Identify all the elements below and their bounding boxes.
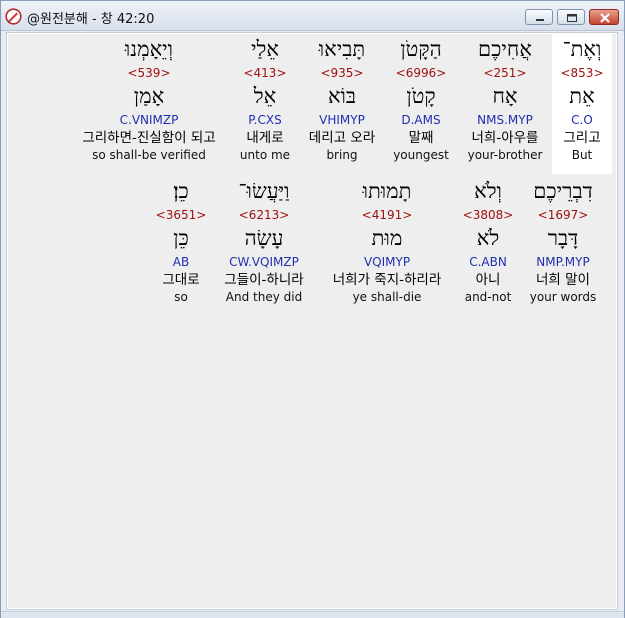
lexeme-word: קָטֹן — [406, 84, 436, 108]
strong-number[interactable]: <935> — [300, 64, 384, 82]
morphology-code: C.O — [571, 113, 593, 127]
word-column[interactable]: כֵן׃ <3651> כֵּן AB 그대로 so — [151, 176, 211, 306]
morphology-code: AB — [172, 255, 190, 269]
lexeme-word: בּוֹא — [327, 84, 357, 108]
close-icon — [600, 13, 610, 23]
word-column[interactable]: תָמוּתוּ <4191> מוּת VQIMYP 너희가 죽지-하리라 y… — [317, 176, 457, 306]
word-column[interactable]: וְלֹא <3808> לֹא C.ABN 아니 and-not — [457, 176, 519, 306]
korean-gloss: 너희 말이 — [536, 272, 590, 288]
hebrew-word: תָמוּתוּ — [362, 179, 412, 203]
strong-number[interactable]: <1697> — [519, 206, 607, 224]
english-gloss: youngest — [393, 148, 449, 162]
korean-gloss: 데리고 오라 — [308, 130, 376, 146]
bible-app-icon — [5, 8, 22, 25]
minimize-icon — [536, 19, 544, 21]
window-title: @원전분해 - 창 42:20 — [27, 12, 155, 27]
morphology-code: D.AMS — [401, 113, 441, 127]
english-gloss: And they did — [225, 290, 303, 304]
english-gloss: your-brother — [467, 148, 543, 162]
strong-number[interactable]: <6213> — [211, 206, 317, 224]
lexeme-word: אֵל — [253, 84, 277, 108]
maximize-button[interactable] — [557, 9, 585, 25]
word-column[interactable]: וְיֵאָמְנוּ <539> אָמַן C.VNIMZP 그리하면-진실… — [68, 34, 230, 164]
hebrew-word: הַקָּטֹן — [400, 37, 442, 61]
word-column[interactable]: אֲחִיכֶם <251> אָח NMS.MYP 너희-아우를 your-b… — [458, 34, 552, 164]
word-column[interactable]: דִבְרֵיכֶם <1697> דָּבָר NMP.MYP 너희 말이 y… — [519, 176, 607, 306]
analysis-view: וְיֵאָמְנוּ <539> אָמַן C.VNIMZP 그리하면-진실… — [6, 32, 618, 610]
strong-number[interactable]: <539> — [68, 64, 230, 82]
morphology-code: VQIMYP — [363, 255, 411, 269]
korean-gloss: 아니 — [475, 272, 501, 288]
morphology-code: P.CXS — [248, 113, 282, 127]
lexeme-word: עָשָׂה — [244, 226, 284, 250]
strong-number[interactable]: <3651> — [151, 206, 211, 224]
lexeme-word: אֵת — [569, 84, 595, 108]
english-gloss: your words — [529, 290, 597, 304]
hebrew-word: כֵן׃ — [173, 179, 189, 203]
app-window: @원전분해 - 창 42:20 וְיֵאָמְנוּ <539> אָמַן — [0, 0, 625, 618]
title-bar[interactable]: @원전분해 - 창 42:20 — [1, 1, 624, 31]
lexeme-word: מוּת — [371, 226, 403, 250]
word-column[interactable]: תָּבִיאוּ <935> בּוֹא VHIMYP 데리고 오라 brin… — [300, 34, 384, 164]
korean-gloss: 그들이-하니라 — [224, 272, 304, 288]
lexeme-word: כֵּן — [173, 226, 189, 250]
english-gloss: bring — [326, 148, 358, 162]
hebrew-word: דִבְרֵיכֶם — [533, 179, 593, 203]
korean-gloss: 너희가 죽지-하리라 — [332, 272, 442, 288]
english-gloss: But — [571, 148, 593, 162]
strong-number[interactable]: <853> — [552, 64, 612, 82]
interlinear-pane[interactable]: וְיֵאָמְנוּ <539> אָמַן C.VNIMZP 그리하면-진실… — [8, 34, 616, 608]
english-gloss: so — [174, 290, 188, 304]
hebrew-word: אֵלַי — [251, 37, 279, 61]
lexeme-word: לֹא — [476, 226, 500, 250]
strong-number[interactable]: <413> — [230, 64, 300, 82]
hebrew-word: וְאֶת־ — [562, 37, 602, 61]
english-gloss: unto me — [239, 148, 291, 162]
english-gloss: ye shall-die — [352, 290, 422, 304]
strong-number[interactable]: <6996> — [384, 64, 458, 82]
morphology-code: NMP.MYP — [536, 255, 590, 269]
hebrew-word: וַיַּעֲשׂוּ־ — [238, 179, 290, 203]
morphology-code: C.ABN — [469, 255, 507, 269]
word-column[interactable]: אֵלַי <413> אֵל P.CXS 내게로 unto me — [230, 34, 300, 164]
hebrew-word: אֲחִיכֶם — [478, 37, 532, 61]
lexeme-word: אָמַן — [133, 84, 165, 108]
korean-gloss: 말째 — [408, 130, 434, 146]
lexeme-word: אָח — [492, 84, 518, 108]
korean-gloss: 그대로 — [162, 272, 200, 288]
korean-gloss: 내게로 — [246, 130, 284, 146]
morphology-code: VHIMYP — [319, 113, 365, 127]
minimize-button[interactable] — [525, 9, 553, 25]
strong-number[interactable]: <3808> — [457, 206, 519, 224]
english-gloss: so shall-be verified — [92, 148, 206, 162]
korean-gloss: 그리고 — [563, 130, 601, 146]
status-bar — [1, 611, 624, 618]
lexeme-word: דָּבָר — [547, 226, 579, 250]
morphology-code: CW.VQIMZP — [229, 255, 299, 269]
korean-gloss: 그리하면-진실함이 되고 — [82, 130, 216, 146]
word-column[interactable]: וַיַּעֲשׂוּ־ <6213> עָשָׂה CW.VQIMZP 그들이… — [211, 176, 317, 306]
word-column[interactable]: הַקָּטֹן <6996> קָטֹן D.AMS 말째 youngest — [384, 34, 458, 164]
hebrew-word: תָּבִיאוּ — [318, 37, 366, 61]
strong-number[interactable]: <4191> — [317, 206, 457, 224]
word-column-selected[interactable]: וְאֶת־ <853> אֵת C.O 그리고 But — [552, 34, 612, 174]
english-gloss: and-not — [464, 290, 512, 304]
close-button[interactable] — [589, 9, 619, 25]
morphology-code: NMS.MYP — [477, 113, 533, 127]
hebrew-word: וְלֹא — [474, 179, 502, 203]
strong-number[interactable]: <251> — [458, 64, 552, 82]
hebrew-word: וְיֵאָמְנוּ — [124, 37, 174, 61]
maximize-icon — [567, 14, 577, 22]
morphology-code: C.VNIMZP — [119, 113, 179, 127]
korean-gloss: 너희-아우를 — [471, 130, 539, 146]
